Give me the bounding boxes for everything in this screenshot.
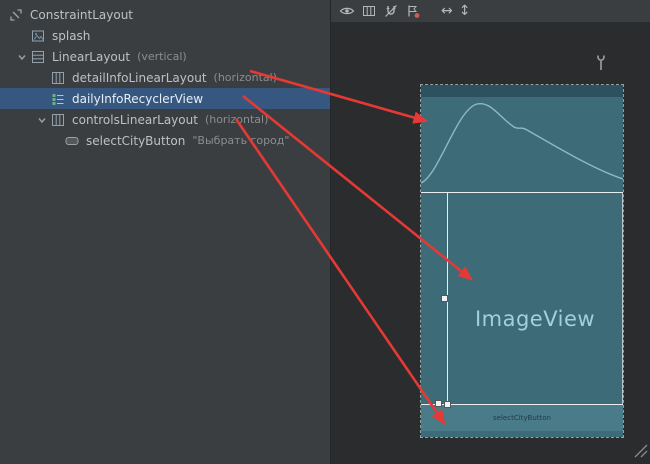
component-tree-panel: ConstraintLayout splash LinearLayout (ve…: [0, 0, 330, 464]
tree-item-label: detailInfoLinearLayout: [72, 71, 207, 85]
tree-item-label: controlsLinearLayout: [72, 113, 198, 127]
tree-item-selectcitybutton[interactable]: selectCityButton "Выбрать город": [0, 130, 330, 151]
preview-wave-graphic: [421, 97, 623, 192]
tree-item-label: ConstraintLayout: [30, 8, 133, 22]
view-options-eye-icon[interactable]: [339, 3, 355, 19]
imageview-icon: [30, 28, 46, 44]
warnings-flag-icon[interactable]: [405, 3, 421, 19]
device-preview[interactable]: ImageView selectCityButton: [421, 85, 623, 437]
chevron-down-icon[interactable]: [36, 114, 48, 126]
tree-item-constraintlayout[interactable]: ConstraintLayout: [0, 4, 330, 25]
recyclerview-icon: [50, 91, 66, 107]
tree-item-dailyinforecyclerview[interactable]: dailyInfoRecyclerView: [0, 88, 330, 109]
selection-bound-top: [421, 192, 623, 193]
tree-item-label: dailyInfoRecyclerView: [72, 92, 203, 106]
preview-select-city-button[interactable]: selectCityButton: [421, 404, 623, 431]
tree-item-suffix: (horizontal): [214, 71, 277, 84]
tree-item-suffix: (vertical): [137, 50, 187, 63]
tree-item-label: LinearLayout: [52, 50, 130, 64]
tree-item-suffix: "Выбрать город": [192, 134, 289, 147]
blueprint-columns-icon[interactable]: [361, 3, 377, 19]
selection-handle-bottom-corner[interactable]: [444, 401, 451, 408]
chevron-down-icon[interactable]: [16, 51, 28, 63]
constraint-layout-icon: [8, 7, 24, 23]
linearlayout-vertical-icon: [30, 49, 46, 65]
design-surface-panel: ↔ ↕ ImageView selectCityButton: [330, 0, 650, 464]
tree-item-linearlayout[interactable]: LinearLayout (vertical): [0, 46, 330, 67]
selection-bound-bottom: [421, 404, 623, 405]
autoconnect-off-magnet-icon[interactable]: [383, 3, 399, 19]
preview-status-bar: [421, 85, 623, 97]
wrench-icon[interactable]: [594, 55, 608, 71]
tree-item-controlslinearlayout[interactable]: controlsLinearLayout (horizontal): [0, 109, 330, 130]
tree-item-label: selectCityButton: [86, 134, 185, 148]
orientation-horizontal-icon[interactable]: ↔: [441, 3, 453, 19]
selection-handle-left-center[interactable]: [441, 295, 448, 302]
linearlayout-horizontal-icon: [50, 112, 66, 128]
preview-imageview-component[interactable]: ImageView: [447, 307, 623, 331]
tree-item-suffix: (horizontal): [205, 113, 268, 126]
tree-item-splash[interactable]: splash: [0, 25, 330, 46]
selection-handle-bottom-left[interactable]: [435, 400, 442, 407]
design-toolbar: ↔ ↕: [331, 0, 650, 23]
selection-bound-right: [622, 192, 623, 405]
window-resize-grip[interactable]: [634, 443, 648, 462]
tree-item-label: splash: [52, 29, 90, 43]
linearlayout-horizontal-icon: [50, 70, 66, 86]
preview-select-city-button-label: selectCityButton: [493, 414, 551, 422]
tree-item-detailinfolinearlayout[interactable]: detailInfoLinearLayout (horizontal): [0, 67, 330, 88]
orientation-vertical-icon[interactable]: ↕: [459, 3, 471, 19]
button-icon: [64, 133, 80, 149]
